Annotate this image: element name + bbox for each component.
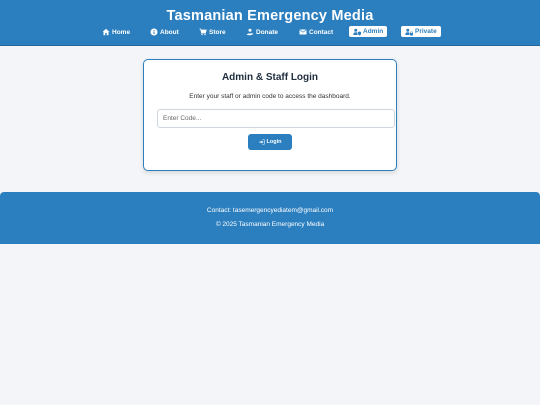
- nav-home[interactable]: Home: [102, 26, 130, 38]
- site-footer: Contact: tasemergencyediatem@gmail.com ©…: [0, 192, 540, 244]
- nav-donate[interactable]: Donate: [246, 26, 278, 38]
- donate-icon: [246, 28, 254, 36]
- nav-admin-label: Admin: [363, 28, 384, 35]
- info-icon: [150, 28, 158, 36]
- main-nav: Home About Store Donate Contact Admin Pr…: [0, 26, 540, 38]
- login-card: Admin & Staff Login Enter your staff or …: [143, 59, 397, 171]
- login-button-label: Login: [266, 139, 282, 145]
- login-title: Admin & Staff Login: [221, 72, 319, 83]
- nav-private-label: Private: [415, 28, 437, 35]
- login-button[interactable]: Login: [248, 134, 292, 150]
- footer-copyright: © 2025 Tasmanian Emergency Media: [215, 221, 325, 228]
- cart-icon: [199, 28, 207, 36]
- nav-contact[interactable]: Contact: [299, 26, 333, 38]
- site-title: Tasmanian Emergency Media: [166, 8, 374, 24]
- login-description: Enter your staff or admin code to access…: [189, 93, 351, 100]
- nav-about-label: About: [160, 28, 179, 36]
- home-icon: [102, 28, 110, 36]
- nav-about[interactable]: About: [150, 26, 179, 38]
- nav-contact-label: Contact: [309, 28, 334, 36]
- nav-private[interactable]: Private: [401, 26, 441, 37]
- nav-store-label: Store: [209, 28, 226, 36]
- user-lock-icon: [405, 28, 413, 36]
- nav-donate-label: Donate: [256, 28, 279, 36]
- nav-store[interactable]: Store: [199, 26, 226, 38]
- code-input[interactable]: [157, 109, 395, 128]
- user-shield-icon: [353, 28, 361, 36]
- envelope-icon: [299, 28, 307, 36]
- footer-contact: Contact: tasemergencyediatem@gmail.com: [206, 207, 334, 214]
- nav-admin[interactable]: Admin: [349, 26, 388, 37]
- nav-home-label: Home: [112, 28, 131, 36]
- site-header: Tasmanian Emergency Media Home About Sto…: [0, 0, 540, 46]
- sign-in-icon: [258, 139, 265, 145]
